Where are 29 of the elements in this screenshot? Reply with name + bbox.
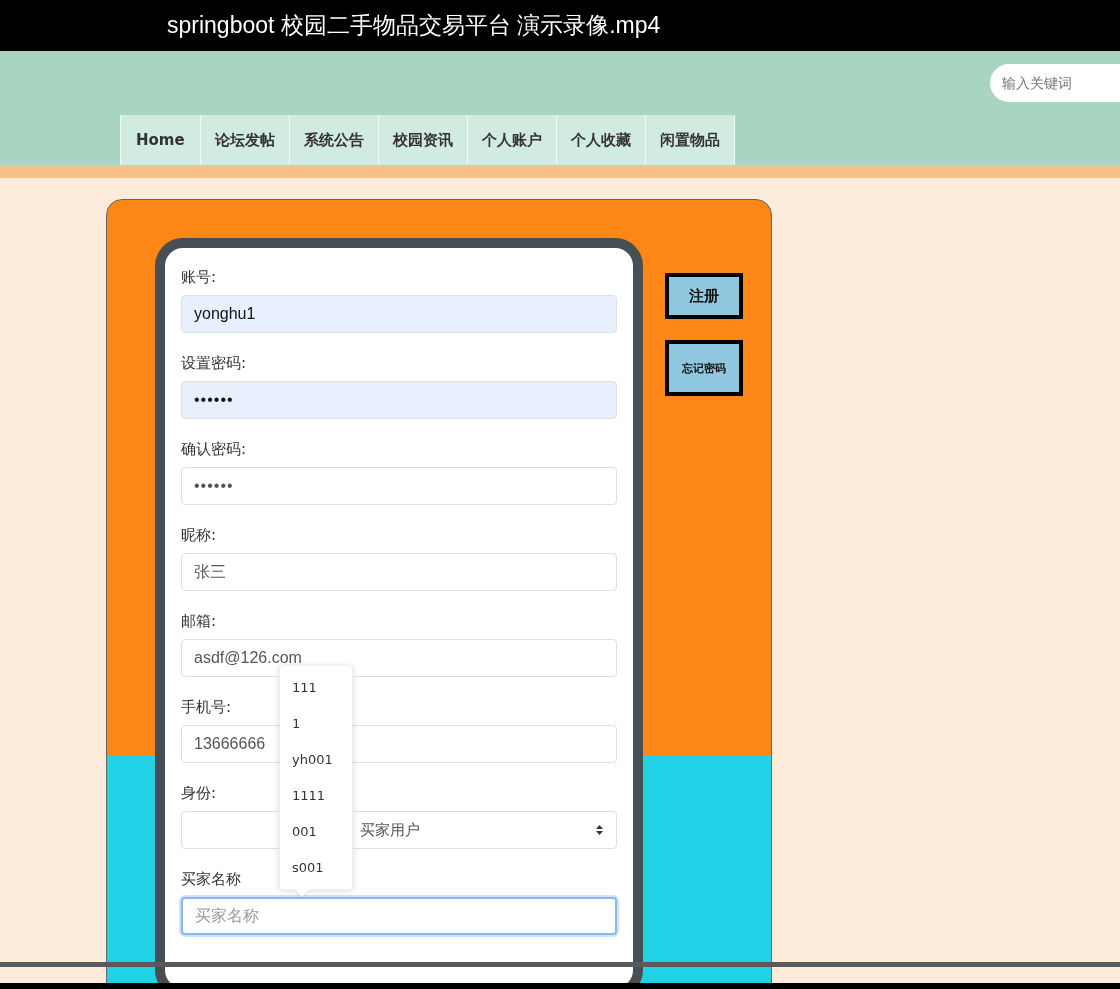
side-button[interactable]: 忘记密码 — [665, 340, 743, 396]
field-label: 身份: — [181, 783, 217, 804]
nav-tab[interactable]: 个人账户 — [466, 115, 556, 165]
suggestion-item[interactable]: 1111 — [280, 778, 352, 814]
field-label: 账号: — [181, 267, 217, 288]
video-progress-bar[interactable] — [0, 962, 1120, 967]
suggestion-item[interactable]: 001 — [280, 814, 352, 850]
input-field[interactable]: 张三 — [181, 553, 617, 591]
input-field[interactable]: yonghu1 — [181, 295, 617, 333]
nav-tab[interactable]: 系统公告 — [288, 115, 378, 165]
nav-tab[interactable]: 个人收藏 — [555, 115, 645, 165]
nav-tab[interactable]: Home — [120, 115, 200, 165]
input-field[interactable]: •••••• — [181, 467, 617, 505]
sort-arrows-icon — [595, 824, 604, 836]
video-title: springboot 校园二手物品交易平台 演示录像.mp4 — [167, 11, 661, 40]
input-field[interactable]: asdf@126.com — [181, 639, 617, 677]
field-label: 设置密码: — [181, 353, 247, 374]
side-button[interactable]: 注册 — [665, 273, 743, 319]
field-label: 确认密码: — [181, 439, 247, 460]
nav-tab[interactable]: 校园资讯 — [377, 115, 467, 165]
field-label: 昵称: — [181, 525, 217, 546]
input-field[interactable]: •••••• — [181, 381, 617, 419]
nav-tab[interactable]: 闲置物品 — [644, 115, 735, 165]
nav-tab[interactable]: 论坛发帖 — [199, 115, 289, 165]
field-label: 手机号: — [181, 697, 232, 718]
field-label: 邮箱: — [181, 611, 217, 632]
field-label: 买家名称 — [181, 869, 241, 890]
search-field[interactable]: 输入关键词 — [990, 64, 1120, 102]
suggestion-item[interactable]: s001 — [280, 850, 352, 886]
